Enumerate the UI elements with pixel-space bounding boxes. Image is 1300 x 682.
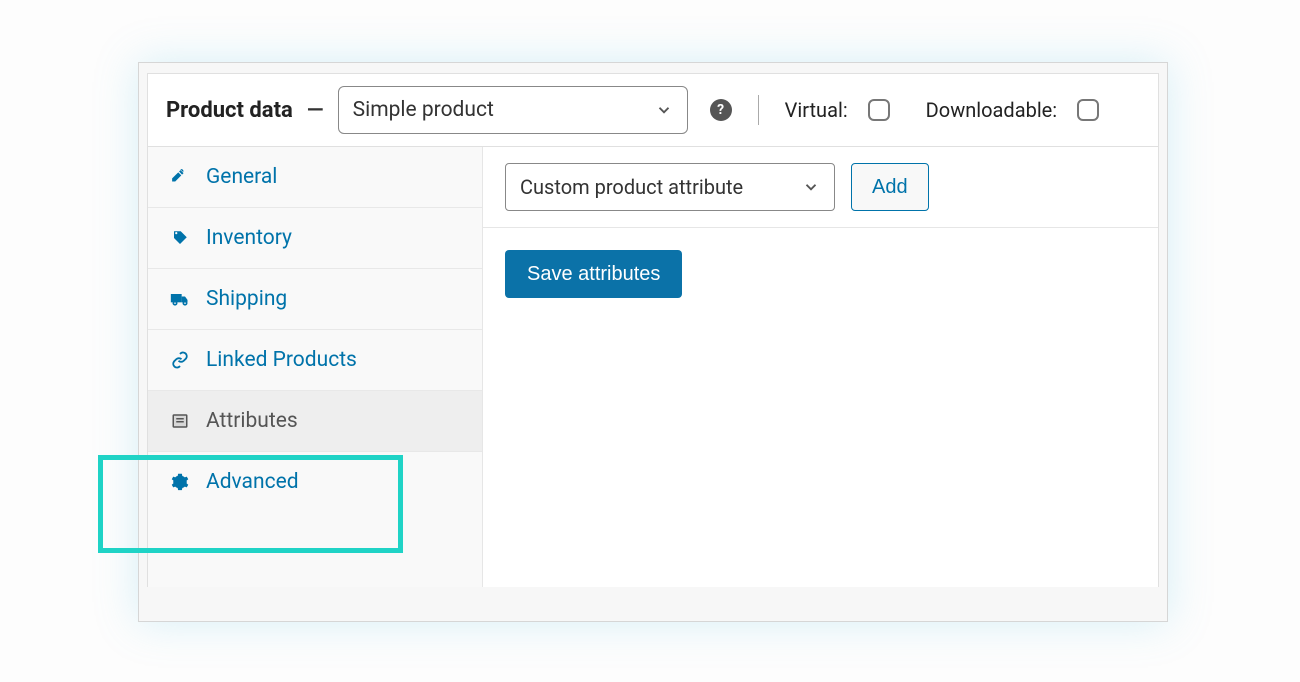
attribute-actions: Save attributes	[483, 228, 1158, 320]
downloadable-checkbox[interactable]	[1077, 99, 1099, 121]
tab-label: Attributes	[206, 409, 298, 433]
tab-advanced[interactable]: Advanced	[148, 452, 482, 512]
virtual-checkbox[interactable]	[868, 99, 890, 121]
downloadable-label: Downloadable:	[926, 98, 1057, 122]
wrench-icon	[170, 167, 190, 187]
tab-label: Advanced	[206, 470, 299, 494]
tab-shipping[interactable]: Shipping	[148, 269, 482, 330]
tab-label: Linked Products	[206, 348, 357, 372]
tag-icon	[170, 228, 190, 248]
tab-inventory[interactable]: Inventory	[148, 208, 482, 269]
attribute-type-select[interactable]: Custom product attribute	[505, 163, 835, 211]
panel-body: General Inventory Shipping	[148, 146, 1158, 587]
product-type-select[interactable]: Simple product	[338, 86, 688, 134]
link-icon	[170, 350, 190, 370]
panel-title: Product data	[166, 98, 293, 123]
tab-label: Inventory	[206, 226, 292, 250]
product-data-panel: Product data — Simple product ? Virtual:…	[147, 73, 1159, 587]
product-type-value: Simple product	[353, 98, 494, 122]
title-separator: —	[307, 98, 324, 123]
tab-label: Shipping	[206, 287, 287, 311]
help-icon[interactable]: ?	[710, 99, 732, 121]
tab-attributes[interactable]: Attributes	[148, 391, 482, 452]
panel-header: Product data — Simple product ? Virtual:…	[148, 74, 1158, 146]
vertical-divider	[758, 95, 759, 125]
gear-icon	[170, 472, 190, 492]
chevron-down-icon	[655, 101, 673, 119]
attribute-type-value: Custom product attribute	[520, 175, 743, 199]
list-icon	[170, 411, 190, 431]
chevron-down-icon	[802, 178, 820, 196]
tab-general[interactable]: General	[148, 147, 482, 208]
add-attribute-button[interactable]: Add	[851, 163, 929, 211]
tab-linked-products[interactable]: Linked Products	[148, 330, 482, 391]
truck-icon	[170, 289, 190, 309]
product-data-tabs: General Inventory Shipping	[148, 147, 483, 587]
product-data-metabox: Product data — Simple product ? Virtual:…	[138, 62, 1168, 622]
attributes-panel: Custom product attribute Add Save attrib…	[483, 147, 1158, 587]
tab-label: General	[206, 165, 277, 189]
virtual-label: Virtual:	[785, 98, 848, 122]
save-attributes-button[interactable]: Save attributes	[505, 250, 682, 298]
attribute-toolbar: Custom product attribute Add	[483, 147, 1158, 228]
